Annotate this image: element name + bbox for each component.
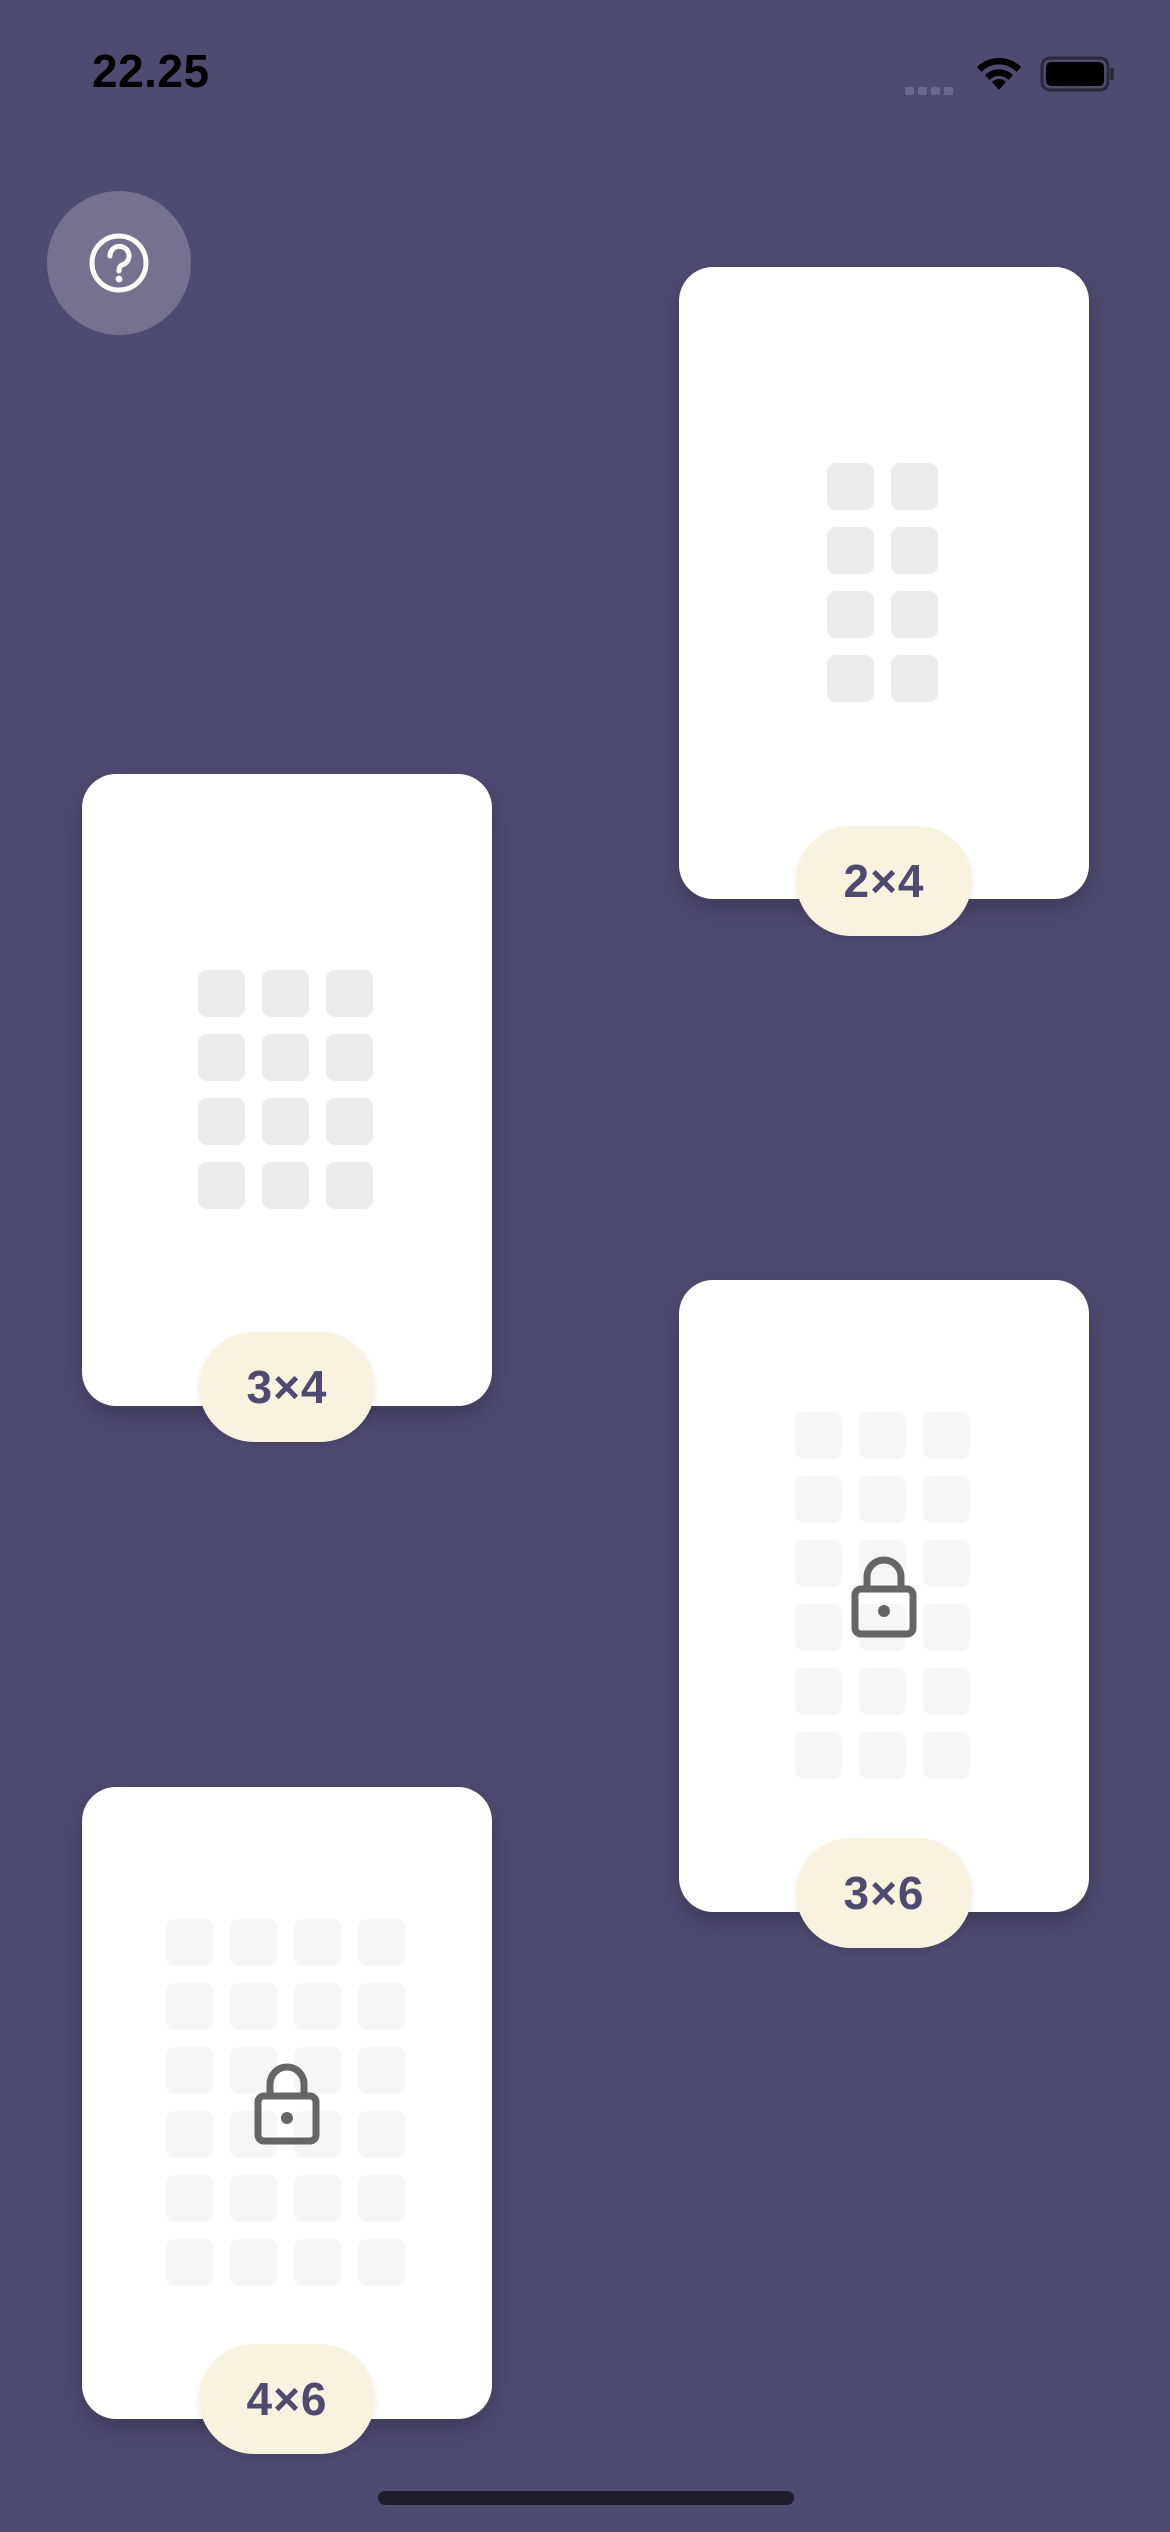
grid-preview (827, 463, 938, 702)
grid-cell (358, 1919, 405, 1966)
status-time: 22.25 (92, 45, 210, 97)
grid-cell (166, 2111, 213, 2158)
grid-cell (262, 1034, 309, 1081)
grid-cell (891, 463, 938, 510)
lock-icon (851, 1556, 917, 1638)
grid-cell (326, 1098, 373, 1145)
grid-cell (230, 1983, 277, 2030)
grid-cell (795, 1604, 842, 1651)
grid-cell (795, 1476, 842, 1523)
grid-cell (827, 463, 874, 510)
level-card-3x6[interactable] (679, 1280, 1089, 1912)
level-size-label[interactable]: 4×6 (199, 2344, 375, 2454)
grid-cell (294, 1983, 341, 2030)
grid-cell (923, 1732, 970, 1779)
grid-cell (230, 1919, 277, 1966)
signal-icon (905, 82, 957, 95)
grid-cell (230, 2239, 277, 2286)
question-circle-icon (89, 233, 149, 293)
help-button[interactable] (47, 191, 191, 335)
level-card-2x4[interactable] (679, 267, 1089, 899)
grid-cell (262, 1162, 309, 1209)
grid-cell (891, 527, 938, 574)
grid-cell (358, 1983, 405, 2030)
grid-cell (326, 1162, 373, 1209)
level-size-label[interactable]: 3×4 (199, 1332, 375, 1442)
grid-cell (827, 591, 874, 638)
grid-cell (230, 2175, 277, 2222)
grid-cell (923, 1412, 970, 1459)
grid-cell (294, 2239, 341, 2286)
wifi-icon (977, 57, 1021, 90)
grid-cell (198, 1162, 245, 1209)
grid-cell (294, 2175, 341, 2222)
grid-cell (358, 2239, 405, 2286)
grid-cell (923, 1476, 970, 1523)
grid-cell (859, 1732, 906, 1779)
grid-cell (198, 970, 245, 1017)
level-size-label[interactable]: 3×6 (796, 1838, 972, 1948)
grid-cell (358, 2111, 405, 2158)
grid-cell (166, 2239, 213, 2286)
grid-cell (859, 1476, 906, 1523)
level-card-4x6[interactable] (82, 1787, 492, 2419)
battery-icon (1040, 56, 1114, 92)
grid-cell (795, 1668, 842, 1715)
grid-cell (827, 527, 874, 574)
home-indicator[interactable] (378, 2491, 794, 2505)
grid-cell (923, 1604, 970, 1651)
grid-cell (198, 1098, 245, 1145)
grid-cell (923, 1540, 970, 1587)
grid-cell (166, 1919, 213, 1966)
level-size-label[interactable]: 2×4 (796, 826, 972, 936)
lock-icon (254, 2063, 320, 2145)
grid-cell (795, 1412, 842, 1459)
grid-cell (262, 970, 309, 1017)
grid-cell (795, 1540, 842, 1587)
grid-cell (891, 655, 938, 702)
grid-cell (262, 1098, 309, 1145)
grid-cell (326, 1034, 373, 1081)
grid-cell (166, 2175, 213, 2222)
grid-cell (859, 1668, 906, 1715)
grid-cell (891, 591, 938, 638)
status-bar: 22.25 (0, 0, 1170, 150)
grid-cell (795, 1732, 842, 1779)
grid-cell (923, 1668, 970, 1715)
grid-preview (198, 970, 373, 1209)
grid-cell (358, 2175, 405, 2222)
grid-cell (326, 970, 373, 1017)
grid-cell (166, 2047, 213, 2094)
grid-cell (294, 1919, 341, 1966)
grid-cell (198, 1034, 245, 1081)
grid-cell (358, 2047, 405, 2094)
level-card-3x4[interactable] (82, 774, 492, 1406)
grid-cell (827, 655, 874, 702)
grid-cell (166, 1983, 213, 2030)
grid-cell (859, 1412, 906, 1459)
